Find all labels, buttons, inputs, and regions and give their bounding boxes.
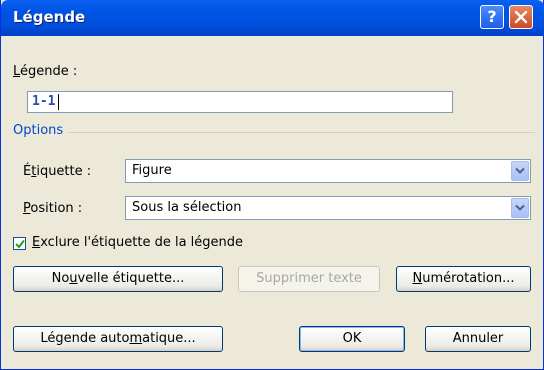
label-type-value: Figure: [132, 163, 172, 178]
caption-dialog: Légende ? Légende : 1-1 Options Étiquett…: [0, 0, 544, 370]
text-caret: [58, 94, 59, 110]
position-dropdown-button[interactable]: [511, 198, 529, 218]
checkmark-icon: [15, 239, 25, 249]
label-type-label: Étiquette :: [23, 164, 92, 179]
label-type-select[interactable]: Figure: [125, 159, 531, 183]
close-icon: [514, 10, 528, 24]
dialog-title: Légende: [13, 8, 86, 26]
chevron-down-icon: [515, 204, 525, 211]
delete-label-button[interactable]: Supprimer texte: [238, 266, 380, 292]
help-button[interactable]: ?: [480, 5, 504, 29]
position-value: Sous la sélection: [132, 200, 242, 215]
numbering-button[interactable]: Numérotation...: [396, 266, 531, 292]
position-label: Position :: [23, 201, 83, 216]
question-icon: ?: [487, 7, 497, 26]
exclude-label-text[interactable]: Exclure l'étiquette de la légende: [32, 235, 243, 250]
caption-label: Légende :: [13, 64, 78, 79]
options-group-divider: [69, 132, 535, 133]
auto-caption-button[interactable]: Légende automatique...: [13, 326, 223, 352]
new-label-button[interactable]: Nouvelle étiquette...: [13, 266, 223, 292]
exclude-label-checkbox[interactable]: [13, 237, 26, 250]
chevron-down-icon: [515, 167, 525, 174]
options-group-label: Options: [13, 123, 64, 138]
title-bar[interactable]: Légende ?: [1, 0, 544, 36]
label-type-dropdown-button[interactable]: [511, 161, 529, 181]
ok-button[interactable]: OK: [299, 326, 405, 352]
caption-input[interactable]: 1-1: [27, 91, 453, 113]
cancel-button[interactable]: Annuler: [425, 326, 531, 352]
close-button[interactable]: [509, 5, 533, 29]
dialog-body: Légende : 1-1 Options Étiquette : Figure…: [1, 36, 544, 370]
position-select[interactable]: Sous la sélection: [125, 196, 531, 220]
caption-input-value: 1-1: [32, 94, 56, 109]
